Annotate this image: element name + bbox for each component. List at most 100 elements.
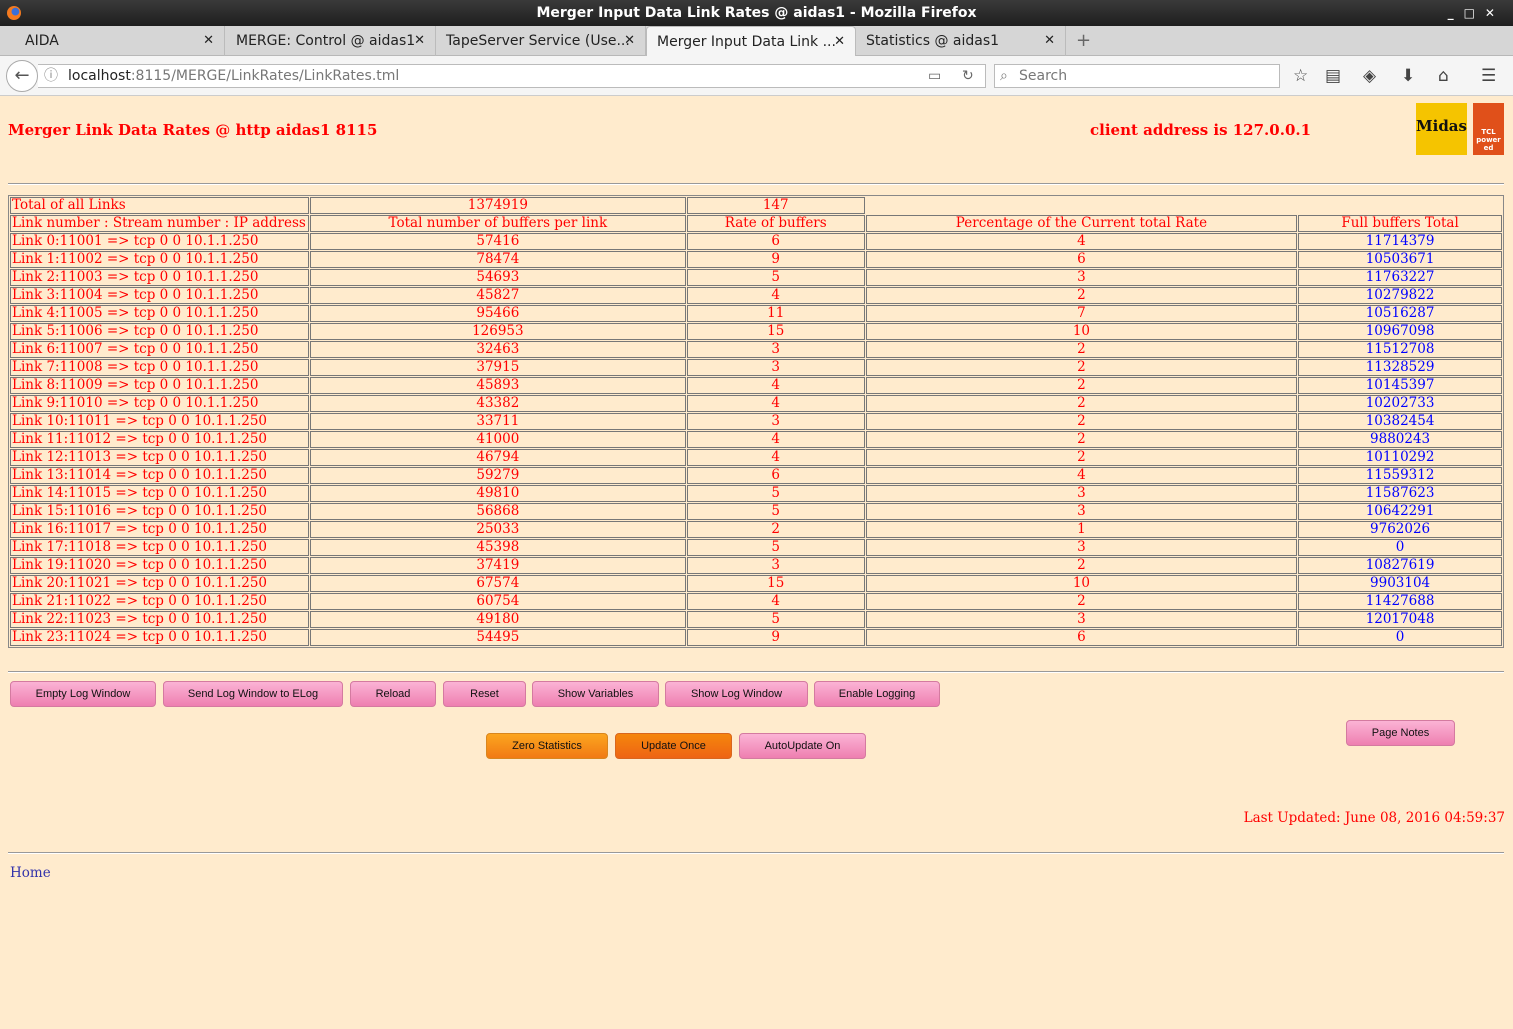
cell-buffers: 43382	[309, 395, 686, 412]
home-link[interactable]: Home	[10, 865, 51, 881]
tab-aida[interactable]: AIDA ✕	[15, 26, 225, 56]
bookmark-star-icon[interactable]: ☆	[1293, 66, 1308, 86]
table-row: Link 19:11020 => tcp 0 0 10.1.1.250 37419…	[10, 557, 1502, 574]
cell-full-buffers: 10382454	[1298, 413, 1502, 430]
cell-rate: 3	[686, 557, 865, 574]
cell-buffers: 46794	[309, 449, 686, 466]
cell-link-name: Link 2:11003 => tcp 0 0 10.1.1.250	[10, 269, 309, 286]
url-bar[interactable]: ⓘ localhost:8115/MERGE/LinkRates/LinkRat…	[38, 64, 986, 88]
tab-link-rates[interactable]: Merger Input Data Link ... ✕	[646, 26, 856, 56]
show-log-window-button[interactable]: Show Log Window	[665, 681, 808, 707]
cell-link-name: Link 15:11016 => tcp 0 0 10.1.1.250	[10, 503, 309, 520]
close-icon[interactable]: ✕	[834, 27, 845, 57]
cell-full-buffers: 10110292	[1298, 449, 1502, 466]
tab-tapeserver[interactable]: TapeServer Service (Use... ✕	[436, 26, 646, 56]
show-variables-button[interactable]: Show Variables	[532, 681, 659, 707]
cell-rate: 5	[686, 269, 865, 286]
back-arrow-icon[interactable]: ←	[6, 60, 38, 92]
empty-log-window-button[interactable]: Empty Log Window	[10, 681, 156, 707]
cell-percentage: 2	[865, 359, 1298, 376]
cell-rate: 6	[686, 233, 865, 250]
close-icon[interactable]: ✕	[203, 26, 214, 56]
update-once-button[interactable]: Update Once	[615, 733, 732, 759]
total-rate: 147	[686, 197, 865, 214]
info-icon[interactable]: ⓘ	[44, 65, 58, 87]
window-title: Merger Input Data Link Rates @ aidas1 - …	[536, 5, 977, 21]
search-input[interactable]: ⌕ Search	[994, 64, 1280, 88]
tab-label: MERGE: Control @ aidas1	[236, 33, 416, 49]
link-rates-table: Total of all Links 1374919 147 Link numb…	[8, 195, 1504, 648]
cell-percentage: 4	[865, 467, 1298, 484]
download-icon[interactable]: ⬇	[1401, 66, 1415, 86]
close-icon[interactable]: ✕	[1044, 26, 1055, 56]
cell-percentage: 2	[865, 287, 1298, 304]
new-tab-icon[interactable]: +	[1076, 26, 1091, 56]
cell-percentage: 3	[865, 503, 1298, 520]
cell-link-name: Link 5:11006 => tcp 0 0 10.1.1.250	[10, 323, 309, 340]
page-content: Merger Link Data Rates @ http aidas1 811…	[0, 97, 1513, 1029]
cell-full-buffers: 12017048	[1298, 611, 1502, 628]
cell-percentage: 3	[865, 611, 1298, 628]
reset-button[interactable]: Reset	[443, 681, 526, 707]
cell-buffers: 45827	[309, 287, 686, 304]
cell-buffers: 45893	[309, 377, 686, 394]
cell-rate: 2	[686, 521, 865, 538]
zero-statistics-button[interactable]: Zero Statistics	[486, 733, 608, 759]
cell-percentage: 2	[865, 593, 1298, 610]
cell-percentage: 10	[865, 323, 1298, 340]
table-row: Link 23:11024 => tcp 0 0 10.1.1.250 54495…	[10, 629, 1502, 646]
cell-link-name: Link 16:11017 => tcp 0 0 10.1.1.250	[10, 521, 309, 538]
cell-full-buffers: 11587623	[1298, 485, 1502, 502]
close-icon[interactable]: ✕	[414, 26, 425, 56]
reload-button[interactable]: Reload	[350, 681, 436, 707]
cell-rate: 5	[686, 503, 865, 520]
reload-icon[interactable]: ↻	[962, 65, 974, 87]
table-row: Link 14:11015 => tcp 0 0 10.1.1.250 49810…	[10, 485, 1502, 502]
table-row: Link 0:11001 => tcp 0 0 10.1.1.250 57416 6…	[10, 233, 1502, 250]
table-row: Link 20:11021 => tcp 0 0 10.1.1.250 67574…	[10, 575, 1502, 592]
table-row: Link 10:11011 => tcp 0 0 10.1.1.250 33711…	[10, 413, 1502, 430]
table-row: Link 15:11016 => tcp 0 0 10.1.1.250 56868…	[10, 503, 1502, 520]
cell-full-buffers: 0	[1298, 629, 1502, 646]
tab-statistics[interactable]: Statistics @ aidas1 ✕	[856, 26, 1066, 56]
cell-percentage: 2	[865, 413, 1298, 430]
table-row: Link 5:11006 => tcp 0 0 10.1.1.250 126953…	[10, 323, 1502, 340]
reader-view-icon[interactable]: ▭	[928, 65, 941, 87]
cell-buffers: 59279	[309, 467, 686, 484]
divider	[8, 852, 1504, 854]
home-icon[interactable]: ⌂	[1438, 66, 1449, 86]
tab-bar: AIDA ✕ MERGE: Control @ aidas1 ✕ TapeServe…	[0, 26, 1513, 56]
cell-rate: 5	[686, 485, 865, 502]
cell-percentage: 2	[865, 395, 1298, 412]
cell-rate: 4	[686, 431, 865, 448]
enable-logging-button[interactable]: Enable Logging	[814, 681, 940, 707]
library-icon[interactable]: ▤	[1325, 66, 1341, 86]
tab-merge-control[interactable]: MERGE: Control @ aidas1 ✕	[226, 26, 436, 56]
cell-full-buffers: 11427688	[1298, 593, 1502, 610]
cell-buffers: 37419	[309, 557, 686, 574]
table-row: Link 21:11022 => tcp 0 0 10.1.1.250 60754…	[10, 593, 1502, 610]
cell-full-buffers: 10279822	[1298, 287, 1502, 304]
cell-link-name: Link 6:11007 => tcp 0 0 10.1.1.250	[10, 341, 309, 358]
search-placeholder: Search	[1019, 68, 1068, 84]
menu-icon[interactable]: ☰	[1481, 66, 1496, 86]
cell-full-buffers: 11714379	[1298, 233, 1502, 250]
autoupdate-button[interactable]: AutoUpdate On	[739, 733, 866, 759]
window-controls[interactable]: _□✕	[1448, 0, 1505, 26]
cell-percentage: 6	[865, 251, 1298, 268]
cell-link-name: Link 17:11018 => tcp 0 0 10.1.1.250	[10, 539, 309, 556]
cell-full-buffers: 10967098	[1298, 323, 1502, 340]
page-notes-button[interactable]: Page Notes	[1346, 720, 1455, 746]
total-row: Total of all Links 1374919 147	[10, 197, 1502, 214]
cell-link-name: Link 0:11001 => tcp 0 0 10.1.1.250	[10, 233, 309, 250]
pocket-icon[interactable]: ◈	[1363, 66, 1376, 86]
close-icon[interactable]: ✕	[624, 26, 635, 56]
last-updated: Last Updated: June 08, 2016 04:59:37	[1243, 810, 1505, 826]
cell-rate: 5	[686, 611, 865, 628]
send-log-to-elog-button[interactable]: Send Log Window to ELog	[163, 681, 343, 707]
table-row: Link 9:11010 => tcp 0 0 10.1.1.250 43382 4…	[10, 395, 1502, 412]
cell-full-buffers: 10145397	[1298, 377, 1502, 394]
cell-buffers: 78474	[309, 251, 686, 268]
table-row: Link 7:11008 => tcp 0 0 10.1.1.250 37915 3…	[10, 359, 1502, 376]
cell-percentage: 2	[865, 449, 1298, 466]
